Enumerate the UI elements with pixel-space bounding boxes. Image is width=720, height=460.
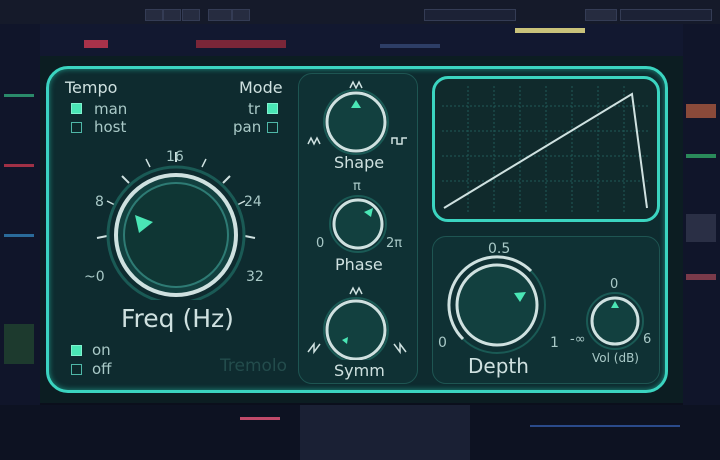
- depth-label: Depth: [468, 354, 529, 378]
- phase-scale-mid: π: [353, 179, 361, 194]
- power-on-checkbox[interactable]: [71, 345, 82, 356]
- freq-scale-8: 8: [95, 194, 104, 210]
- power-on-label: on: [92, 341, 111, 359]
- depth-scale-min: 0: [438, 335, 447, 351]
- mode-pan-label: pan: [233, 118, 262, 136]
- vol-scale-min: -∞: [570, 332, 586, 347]
- symm-knob[interactable]: [306, 280, 410, 360]
- vol-scale-mid: 0: [610, 277, 619, 292]
- shape-square-icon: [391, 137, 407, 145]
- freq-scale-min: ~0: [84, 269, 105, 285]
- power-off-label: off: [92, 360, 112, 378]
- host-track-area: [0, 24, 720, 56]
- freq-scale-32: 32: [246, 269, 264, 285]
- shape-knob[interactable]: [306, 76, 410, 156]
- host-toolbar: [0, 0, 720, 25]
- symm-saw-down-icon: [393, 341, 407, 355]
- tempo-host-checkbox[interactable]: [71, 122, 82, 133]
- shape-label: Shape: [334, 153, 385, 172]
- power-off-checkbox[interactable]: [71, 364, 82, 375]
- host-mixer-right: [683, 24, 720, 460]
- vol-scale-max: 6: [643, 332, 652, 347]
- freq-scale-16: 16: [166, 149, 184, 165]
- vol-label: Vol (dB): [592, 351, 639, 365]
- host-bottom-panel: [0, 405, 720, 460]
- freq-label: Freq (Hz): [121, 304, 234, 333]
- symm-label: Symm: [334, 361, 385, 380]
- phase-scale-max: 2π: [386, 236, 403, 251]
- mode-title: Mode: [239, 78, 283, 97]
- shape-triangle-icon: [349, 80, 363, 90]
- waveform-graph: [442, 86, 650, 212]
- symm-triangle-icon: [349, 286, 363, 296]
- phase-label: Phase: [335, 255, 383, 274]
- depth-scale-mid: 0.5: [488, 241, 511, 257]
- depth-knob[interactable]: [440, 250, 560, 355]
- symm-saw-up-icon: [307, 341, 321, 355]
- tempo-host-label: host: [94, 118, 127, 136]
- shape-sine-icon: [307, 136, 321, 146]
- depth-scale-max: 1: [550, 335, 559, 351]
- freq-scale-24: 24: [244, 194, 262, 210]
- mode-pan-checkbox[interactable]: [267, 122, 278, 133]
- mode-tr-checkbox[interactable]: [267, 103, 278, 114]
- tempo-man-label: man: [94, 100, 128, 118]
- mode-tr-label: tr: [248, 100, 261, 118]
- plugin-logo: Tremolo: [220, 356, 288, 376]
- phase-scale-min: 0: [316, 236, 325, 251]
- tempo-title: Tempo: [65, 78, 118, 97]
- tempo-man-checkbox[interactable]: [71, 103, 82, 114]
- vol-knob[interactable]: [584, 290, 646, 352]
- host-mixer-left: [0, 24, 40, 460]
